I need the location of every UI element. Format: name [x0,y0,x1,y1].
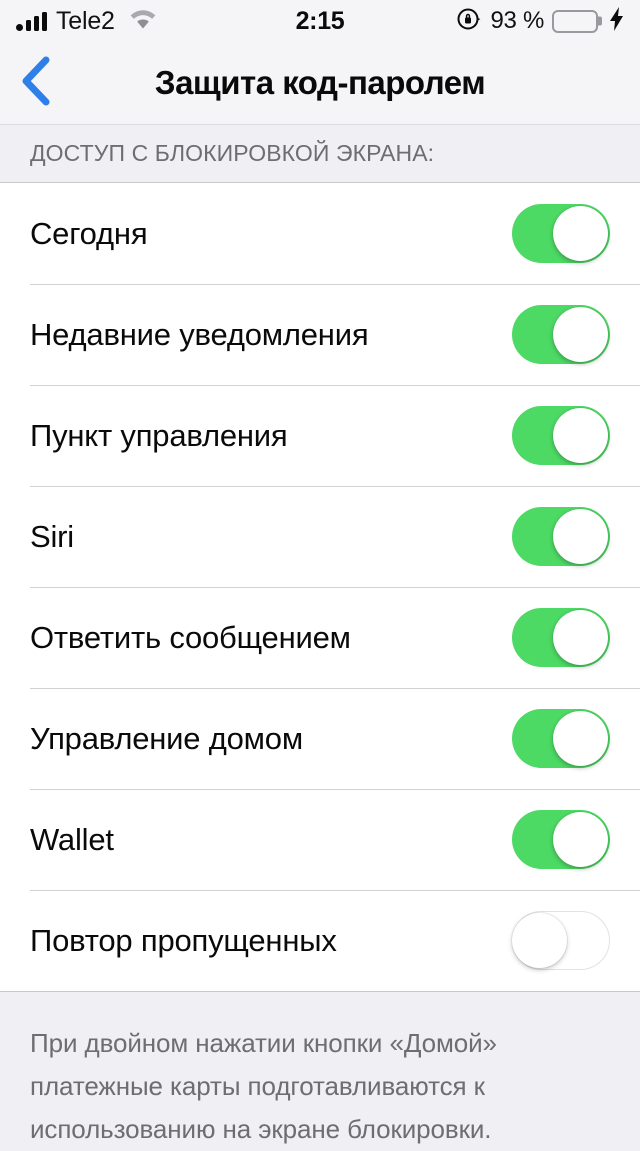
page-title: Защита код-паролем [154,64,486,101]
settings-list: Сегодня Недавние уведомления Пункт управ… [0,182,640,992]
list-item[interactable]: Недавние уведомления [0,284,640,385]
toggle-knob [553,206,608,261]
list-item[interactable]: Повтор пропущенных [0,890,640,991]
toggle-wallet[interactable] [512,810,610,869]
toggle-return-missed-calls[interactable] [512,911,610,970]
toggle-today[interactable] [512,204,610,263]
row-label: Ответить сообщением [30,619,351,655]
signal-bars-icon [16,11,47,31]
toggle-knob [553,509,608,564]
chevron-left-icon [20,55,54,112]
row-label: Повтор пропущенных [30,922,337,958]
navigation-bar: Защита код-паролем [0,42,640,124]
status-bar-right: 93 % [456,6,624,37]
list-item[interactable]: Siri [0,486,640,587]
footer-description: При двойном нажатии кнопки «Домой» плате… [30,1028,497,1144]
toggle-siri[interactable] [512,507,610,566]
battery-icon [552,9,598,33]
list-item[interactable]: Wallet [0,789,640,890]
carrier-label: Tele2 [56,6,115,35]
list-item[interactable]: Пункт управления [0,385,640,486]
rotation-lock-icon [456,6,482,37]
section-header: ДОСТУП С БЛОКИРОВКОЙ ЭКРАНА: [0,124,640,182]
status-bar: Tele2 2:15 93 % [0,0,640,42]
toggle-knob [553,711,608,766]
section-header-label: ДОСТУП С БЛОКИРОВКОЙ ЭКРАНА: [30,140,435,166]
toggle-home-control[interactable] [512,709,610,768]
list-item[interactable]: Ответить сообщением [0,587,640,688]
toggle-knob [553,408,608,463]
footer-section: При двойном нажатии кнопки «Домой» плате… [0,992,640,1151]
row-label: Недавние уведомления [30,316,369,352]
toggle-knob [512,913,567,968]
toggle-recent-notifications[interactable] [512,305,610,364]
list-item[interactable]: Сегодня [0,183,640,284]
row-label: Пункт управления [30,417,288,453]
wifi-icon [128,8,158,35]
toggle-reply-with-message[interactable] [512,608,610,667]
back-button[interactable] [0,42,74,124]
battery-percent-label: 93 % [490,7,544,34]
toggle-knob [553,307,608,362]
list-item[interactable]: Управление домом [0,688,640,789]
toggle-knob [553,610,608,665]
lightning-bolt-icon [610,7,624,35]
row-label: Сегодня [30,215,148,251]
status-bar-left: Tele2 [16,7,158,36]
row-label: Управление домом [30,720,303,756]
toggle-control-center[interactable] [512,406,610,465]
toggle-knob [553,812,608,867]
row-label: Siri [30,518,74,554]
row-label: Wallet [30,821,114,857]
